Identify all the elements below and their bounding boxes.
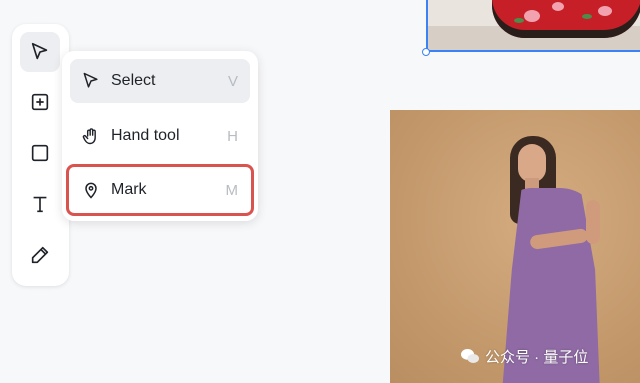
- shortcut-key: M: [225, 181, 239, 199]
- leaf-embroidery: [514, 18, 524, 23]
- cursor-arrow-icon: [31, 42, 48, 60]
- map-pin-icon: [81, 180, 101, 200]
- text-t-icon: [33, 196, 47, 213]
- shortcut-key: H: [227, 127, 238, 145]
- square-icon: [31, 144, 49, 162]
- watermark: 公众号 · 量子位: [460, 344, 588, 368]
- canvas-photo[interactable]: [390, 110, 640, 383]
- menu-item-label: Mark: [111, 181, 147, 198]
- wechat-icon: [461, 349, 479, 363]
- leaf-embroidery: [582, 14, 592, 19]
- resize-handle-bottom-left[interactable]: [422, 48, 430, 56]
- cursor-arrow-icon: [81, 71, 101, 91]
- tool-menu: Select V Hand tool H Mark M: [62, 51, 258, 221]
- plus-square-icon: [31, 93, 49, 111]
- select-tool-button[interactable]: [20, 32, 60, 72]
- menu-item-select[interactable]: Select V: [70, 59, 250, 103]
- frame-tool-button[interactable]: [20, 82, 60, 122]
- model-face: [518, 144, 546, 182]
- menu-item-label: Select: [111, 72, 156, 89]
- shortcut-key: V: [227, 72, 238, 90]
- menu-item-mark[interactable]: Mark M: [66, 164, 254, 216]
- flower-embroidery: [524, 10, 540, 22]
- hand-icon: [81, 126, 101, 146]
- model-arm: [586, 200, 600, 244]
- flower-embroidery: [598, 6, 612, 16]
- menu-item-label: Hand tool: [111, 127, 180, 144]
- pen-tool-button[interactable]: [20, 235, 60, 275]
- pencil-icon: [31, 246, 49, 264]
- menu-item-hand-tool[interactable]: Hand tool H: [70, 114, 250, 158]
- flower-embroidery: [552, 2, 564, 11]
- watermark-text: 公众号 · 量子位: [485, 348, 589, 366]
- text-tool-button[interactable]: [20, 184, 60, 224]
- rectangle-tool-button[interactable]: [20, 133, 60, 173]
- left-toolbar: [12, 24, 69, 286]
- selected-canvas-image[interactable]: [426, 0, 640, 52]
